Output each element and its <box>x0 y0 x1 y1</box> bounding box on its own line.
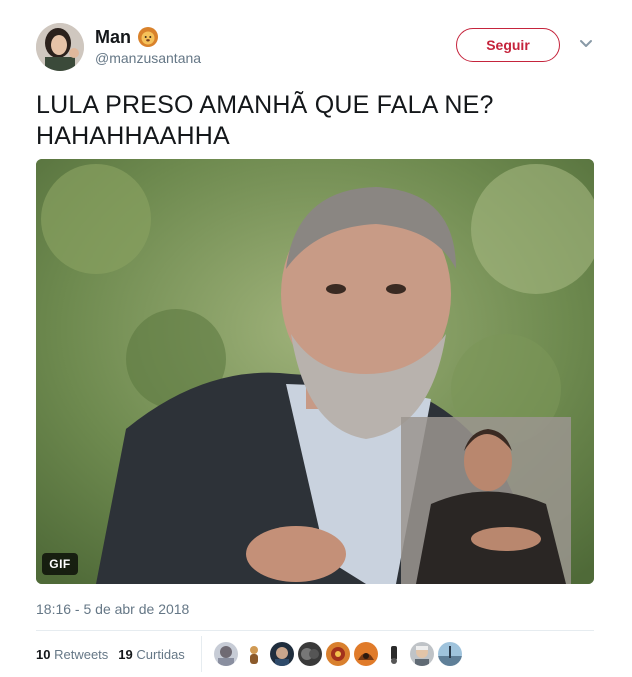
tweet-stats: 10 Retweets 19 Curtidas <box>36 647 185 662</box>
tweet-text-line-2: HAHAHHAAHHA <box>36 122 230 150</box>
follow-button[interactable]: Seguir <box>456 28 560 62</box>
likers-avatars <box>214 642 462 666</box>
tweet-media-gif[interactable] <box>36 159 594 584</box>
liker-avatar-8[interactable] <box>410 642 434 666</box>
lion-face-icon <box>138 27 158 47</box>
user-avatar[interactable] <box>36 23 84 71</box>
retweets-count: 10 <box>36 647 51 662</box>
liker-avatar-3[interactable] <box>270 642 294 666</box>
user-handle[interactable]: @manzusantana <box>95 50 201 66</box>
tweet-text: LULA PRESO AMANHÃ QUE FALA NE? HAHAHHAAH… <box>36 90 596 152</box>
retweets-stat[interactable]: 10 Retweets <box>36 647 108 662</box>
liker-avatar-7[interactable] <box>382 642 406 666</box>
gif-frame-image <box>36 159 594 584</box>
tweet-timestamp[interactable]: 18:16 - 5 de abr de 2018 <box>36 601 189 617</box>
liker-avatar-2[interactable] <box>242 642 266 666</box>
user-name-row: Man <box>95 26 159 48</box>
likes-stat[interactable]: 19 Curtidas <box>118 647 185 662</box>
stats-separator <box>201 636 202 672</box>
retweets-label: Retweets <box>54 647 109 662</box>
gif-badge: GIF <box>42 553 78 575</box>
user-name[interactable]: Man <box>95 27 131 48</box>
liker-avatar-4[interactable] <box>298 642 322 666</box>
likes-count: 19 <box>118 647 133 662</box>
liker-avatar-1[interactable] <box>214 642 238 666</box>
divider <box>36 630 594 631</box>
liker-avatar-6[interactable] <box>354 642 378 666</box>
liker-avatar-5[interactable] <box>326 642 350 666</box>
tweet-text-line-1: LULA PRESO AMANHÃ QUE FALA NE? <box>36 91 494 119</box>
chevron-down-icon[interactable] <box>578 38 594 50</box>
user-avatar-image <box>36 23 84 71</box>
liker-avatar-9[interactable] <box>438 642 462 666</box>
likes-label: Curtidas <box>136 647 185 662</box>
